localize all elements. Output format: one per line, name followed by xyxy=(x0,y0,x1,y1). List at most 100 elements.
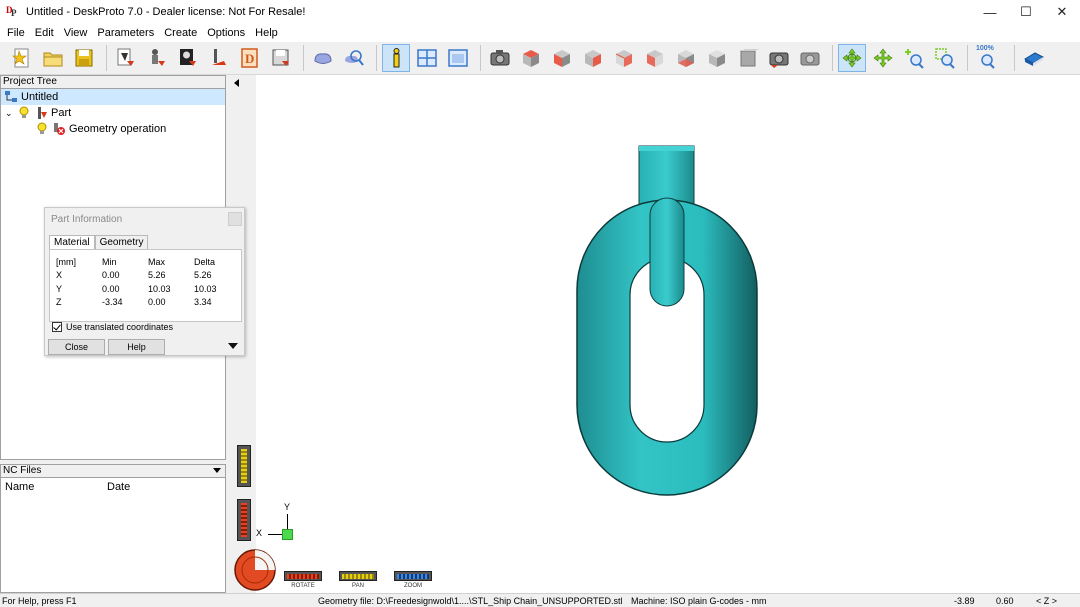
status-help: For Help, press F1 xyxy=(2,596,77,606)
tree-item-geometry-operation[interactable]: Geometry operation xyxy=(1,121,225,137)
menu-edit[interactable]: Edit xyxy=(31,27,60,39)
menu-help[interactable]: Help xyxy=(251,27,284,39)
toolbar-separator xyxy=(832,45,833,71)
design-button[interactable]: D xyxy=(236,44,264,72)
preview-button[interactable] xyxy=(340,44,368,72)
part-icon xyxy=(34,106,48,120)
row-delta: 5.26 xyxy=(194,270,212,281)
view-right-button[interactable] xyxy=(579,44,607,72)
table-header-row: [mm] Min Max Delta xyxy=(56,255,234,269)
checkbox-checked[interactable] xyxy=(52,322,62,332)
camera-icon xyxy=(490,50,510,66)
view-iso1-button[interactable] xyxy=(703,44,731,72)
nc-files-list[interactable]: Name Date xyxy=(0,478,226,593)
camera-next-button[interactable] xyxy=(796,44,824,72)
tab-geometry[interactable]: Geometry xyxy=(94,235,149,250)
vector-button[interactable] xyxy=(205,44,233,72)
view-front-button[interactable] xyxy=(548,44,576,72)
row-delta: 10.03 xyxy=(194,283,217,294)
view-left-button[interactable] xyxy=(641,44,669,72)
lightbulb-icon[interactable] xyxy=(17,106,31,120)
table-row: X 0.00 5.26 5.26 xyxy=(56,269,234,283)
view-back-button[interactable] xyxy=(610,44,638,72)
dialog-close-box[interactable] xyxy=(228,212,242,226)
slider-fill-yellow xyxy=(241,449,247,483)
tab-material[interactable]: Material xyxy=(49,235,95,250)
lightbulb-icon[interactable] xyxy=(35,122,49,136)
tree-item-part[interactable]: ⌄ Part xyxy=(1,105,225,121)
load-geometry-button[interactable] xyxy=(112,44,140,72)
part-operation-button[interactable] xyxy=(143,44,171,72)
zoom-in-button[interactable] xyxy=(900,44,928,72)
zoom-window-button[interactable] xyxy=(931,44,959,72)
menu-options[interactable]: Options xyxy=(203,27,251,39)
minimize-button[interactable]: — xyxy=(972,0,1008,24)
slider-fill-red xyxy=(241,503,247,537)
column-name[interactable]: Name xyxy=(1,481,103,493)
layout-windows-button[interactable] xyxy=(413,44,441,72)
translated-coords-checkbox[interactable]: Use translated coordinates xyxy=(52,322,173,332)
new-project-button[interactable] xyxy=(8,44,36,72)
zoom-label: ZOOM xyxy=(404,583,422,589)
deskproto-logo-icon: DP xyxy=(6,5,17,18)
header-unit: [mm] xyxy=(56,256,76,267)
zoom-100-label: 100% xyxy=(976,45,994,52)
part-info-button[interactable] xyxy=(382,44,410,72)
zoom-100-button[interactable]: 100% xyxy=(973,44,1001,72)
rotate-dial[interactable] xyxy=(233,548,277,592)
dialog-close-button[interactable]: Close xyxy=(48,339,105,355)
row-min: 0.00 xyxy=(102,270,120,281)
dialog-help-button[interactable]: Help xyxy=(108,339,165,355)
fullscreen-view-button[interactable] xyxy=(444,44,472,72)
chevron-down-icon[interactable] xyxy=(228,343,238,349)
view-bottom-button[interactable] xyxy=(672,44,700,72)
view-top-button[interactable] xyxy=(517,44,545,72)
menu-view[interactable]: View xyxy=(60,27,94,39)
save-project-button[interactable] xyxy=(70,44,98,72)
tree-item-label: Geometry operation xyxy=(69,123,167,135)
window-title: Untitled - DeskProto 7.0 - Dealer licens… xyxy=(26,6,306,18)
status-bar: For Help, press F1 Geometry file: D:\Fre… xyxy=(0,593,1080,607)
row-min: 0.00 xyxy=(102,283,120,294)
camera-view-button[interactable] xyxy=(486,44,514,72)
pan-control[interactable] xyxy=(339,571,377,581)
column-date[interactable]: Date xyxy=(103,481,130,493)
maximize-button[interactable]: ☐ xyxy=(1008,0,1044,24)
title-bar: DP Untitled - DeskProto 7.0 - Dealer lic… xyxy=(0,0,1080,24)
bitmap-button[interactable] xyxy=(174,44,202,72)
3d-viewport[interactable]: Y X ROTATE PAN ZOOM xyxy=(232,75,1080,593)
open-project-button[interactable] xyxy=(39,44,67,72)
zoom-control[interactable] xyxy=(394,571,432,581)
row-max: 10.03 xyxy=(148,283,171,294)
rotate-mode-button[interactable] xyxy=(838,44,866,72)
simulation-button[interactable] xyxy=(309,44,337,72)
pan-mode-button[interactable] xyxy=(869,44,897,72)
camera-previous-button[interactable] xyxy=(765,44,793,72)
menu-file[interactable]: File xyxy=(3,27,31,39)
header-min: Min xyxy=(102,256,117,267)
table-row: Y 0.00 10.03 10.03 xyxy=(56,282,234,296)
menu-create[interactable]: Create xyxy=(160,27,203,39)
view-iso2-button[interactable] xyxy=(734,44,762,72)
rotate-control[interactable] xyxy=(284,571,322,581)
letter-d-icon: D xyxy=(241,48,258,68)
side-slider-yellow[interactable] xyxy=(237,445,251,487)
chain-link-model xyxy=(576,145,758,496)
cube-back-icon xyxy=(615,50,632,67)
magnifier-preview-icon xyxy=(345,50,364,66)
part-figure-icon xyxy=(152,49,165,66)
side-slider-red[interactable] xyxy=(237,499,251,541)
window-grid-icon xyxy=(417,49,437,67)
menu-parameters[interactable]: Parameters xyxy=(93,27,160,39)
manual-button[interactable] xyxy=(1020,44,1048,72)
save-nc-button[interactable] xyxy=(267,44,295,72)
save-nc-icon xyxy=(272,49,289,66)
nc-files-header: NC Files xyxy=(0,464,226,478)
status-coord-2: 0.60 xyxy=(996,596,1014,606)
checkbox-label: Use translated coordinates xyxy=(66,322,174,332)
close-button[interactable]: ✕ xyxy=(1044,0,1080,24)
chevron-down-icon[interactable] xyxy=(213,468,221,473)
tree-item-untitled[interactable]: Untitled xyxy=(1,89,225,105)
row-axis: Z xyxy=(56,297,62,308)
expand-chevron-icon[interactable]: ⌄ xyxy=(5,108,17,119)
